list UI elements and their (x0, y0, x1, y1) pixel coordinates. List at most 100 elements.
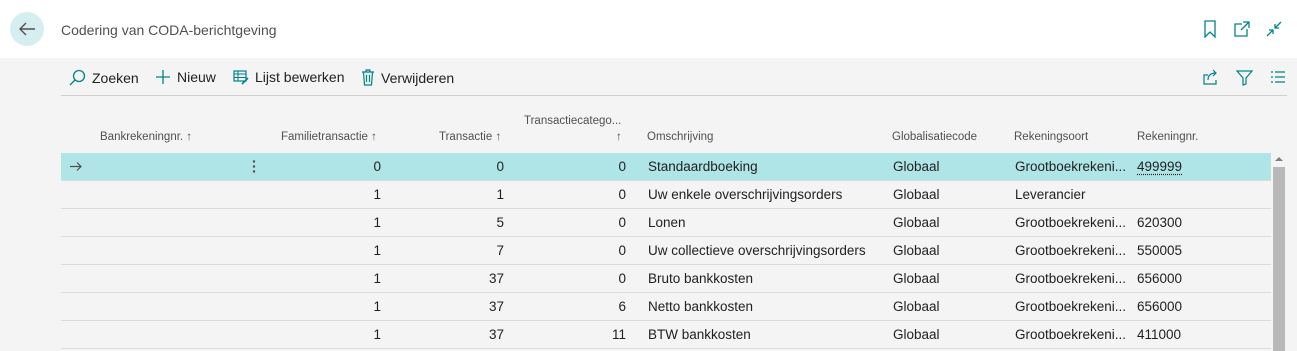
col-globalisation-code[interactable]: Globalisatiecode (892, 131, 977, 143)
cell-globalisation[interactable]: Globaal (893, 293, 1003, 320)
cell-account-type[interactable]: Grootboekrekeni... (1015, 209, 1133, 236)
back-button[interactable] (10, 12, 44, 46)
scrollbar-thumb[interactable] (1273, 167, 1285, 351)
cell-bank-account[interactable] (101, 265, 241, 292)
cell-family[interactable]: 1 (281, 209, 381, 236)
cell-transaction[interactable]: 37 (406, 265, 504, 292)
cell-account-no[interactable]: 656000 (1137, 265, 1237, 292)
table-row[interactable]: 0 0 0 Standaardboeking Globaal Grootboek… (61, 153, 1271, 181)
cell-description[interactable]: Uw enkele overschrijvingsorders (648, 181, 883, 208)
cell-family[interactable]: 1 (281, 293, 381, 320)
col-bank-account[interactable]: Bankrekeningnr. ↑ (100, 131, 192, 143)
cell-transaction[interactable]: 5 (406, 209, 504, 236)
cell-account-no[interactable]: 550005 (1137, 237, 1237, 264)
cell-category[interactable]: 0 (526, 209, 626, 236)
cell-category[interactable]: 11 (526, 321, 626, 348)
col-transaction-family[interactable]: Familietransactie ↑ (281, 131, 377, 143)
collapse-icon[interactable] (1265, 20, 1283, 38)
cell-category[interactable]: 6 (526, 293, 626, 320)
cell-account-no[interactable]: 656000 (1137, 293, 1237, 320)
cell-category[interactable]: 0 (526, 153, 626, 180)
cell-transaction[interactable]: 1 (406, 181, 504, 208)
cell-globalisation[interactable]: Globaal (893, 321, 1003, 348)
new-button[interactable]: Nieuw (155, 69, 216, 85)
cell-transaction[interactable]: 37 (406, 321, 504, 348)
table-row[interactable]: 1 37 6 Netto bankkosten Globaal Grootboe… (61, 293, 1271, 321)
cell-account-type[interactable]: Leverancier (1015, 181, 1133, 208)
search-label: Zoeken (92, 69, 139, 86)
cell-bank-account[interactable] (101, 153, 241, 180)
action-bar: Zoeken Nieuw Lijst bewerken Verwijderen (61, 58, 1287, 96)
cell-category[interactable]: 0 (526, 181, 626, 208)
cell-account-type[interactable]: Grootboekrekeni... (1015, 237, 1133, 264)
row-arrow-icon (69, 153, 89, 180)
cell-description[interactable]: Standaardboeking (648, 153, 883, 180)
search-button[interactable]: Zoeken (69, 69, 139, 86)
cell-description[interactable]: Lonen (648, 209, 883, 236)
edit-list-label: Lijst bewerken (255, 69, 345, 85)
cell-account-type[interactable]: Grootboekrekeni... (1015, 265, 1133, 292)
edit-list-icon (233, 70, 249, 85)
cell-account-no[interactable] (1137, 181, 1237, 208)
col-account-type[interactable]: Rekeningsoort (1014, 131, 1088, 143)
cell-family[interactable]: 1 (281, 265, 381, 292)
cell-family[interactable]: 0 (281, 153, 381, 180)
filter-icon[interactable] (1235, 68, 1253, 86)
table-row[interactable]: 1 5 0 Lonen Globaal Grootboekrekeni... 6… (61, 209, 1271, 237)
cell-globalisation[interactable]: Globaal (893, 153, 1003, 180)
cell-family[interactable]: 1 (281, 237, 381, 264)
cell-account-no[interactable]: 620300 (1137, 209, 1237, 236)
col-transaction-category-sort[interactable]: ↑ (616, 131, 622, 143)
cell-account-no[interactable]: 411000 (1137, 321, 1237, 348)
cell-bank-account[interactable] (101, 209, 241, 236)
open-new-window-icon[interactable] (1233, 20, 1251, 38)
cell-description[interactable]: Netto bankkosten (648, 293, 883, 320)
cell-category[interactable]: 0 (526, 237, 626, 264)
col-description[interactable]: Omschrijving (647, 131, 713, 143)
cell-bank-account[interactable] (101, 181, 241, 208)
cell-globalisation[interactable]: Globaal (893, 209, 1003, 236)
row-menu-icon[interactable] (249, 153, 259, 180)
col-account-no[interactable]: Rekeningnr. (1137, 131, 1198, 143)
title-bar: Codering van CODA-berichtgeving (0, 0, 1297, 58)
arrow-left-icon (19, 22, 35, 36)
cell-transaction[interactable]: 37 (406, 293, 504, 320)
cell-description[interactable]: Bruto bankkosten (648, 265, 883, 292)
bookmark-icon[interactable] (1201, 20, 1219, 38)
plus-icon (156, 70, 170, 84)
cell-account-type[interactable]: Grootboekrekeni... (1015, 293, 1133, 320)
delete-label: Verwijderen (381, 69, 455, 86)
search-icon (69, 69, 86, 86)
cell-globalisation[interactable]: Globaal (893, 265, 1003, 292)
col-transaction-category[interactable]: Transactiecatego... (524, 115, 621, 127)
cell-bank-account[interactable] (101, 237, 241, 264)
new-label: Nieuw (177, 69, 216, 85)
delete-button[interactable]: Verwijderen (361, 69, 454, 86)
cell-globalisation[interactable]: Globaal (893, 237, 1003, 264)
cell-account-no[interactable]: 499999 (1137, 153, 1237, 180)
vertical-scrollbar[interactable] (1271, 153, 1287, 351)
trash-icon (362, 69, 374, 86)
cell-transaction[interactable]: 7 (406, 237, 504, 264)
cell-bank-account[interactable] (101, 293, 241, 320)
cell-bank-account[interactable] (101, 321, 241, 348)
table-row[interactable]: 1 37 11 BTW bankkosten Globaal Grootboek… (61, 321, 1271, 349)
scroll-up-icon[interactable] (1275, 155, 1283, 163)
edit-list-button[interactable]: Lijst bewerken (233, 69, 345, 85)
cell-account-type[interactable]: Grootboekrekeni... (1015, 153, 1133, 180)
cell-transaction[interactable]: 0 (406, 153, 504, 180)
cell-account-type[interactable]: Grootboekrekeni... (1015, 321, 1133, 348)
col-transaction[interactable]: Transactie ↑ (439, 131, 501, 143)
share-icon[interactable] (1201, 68, 1219, 86)
cell-family[interactable]: 1 (281, 181, 381, 208)
page-title: Codering van CODA-berichtgeving (61, 22, 277, 38)
list-view-icon[interactable] (1269, 68, 1287, 86)
cell-description[interactable]: Uw collectieve overschrijvingsorders (648, 237, 888, 264)
cell-description[interactable]: BTW bankkosten (648, 321, 883, 348)
table-row[interactable]: 1 37 0 Bruto bankkosten Globaal Grootboe… (61, 265, 1271, 293)
cell-globalisation[interactable]: Globaal (893, 181, 1003, 208)
table-row[interactable]: 1 7 0 Uw collectieve overschrijvingsorde… (61, 237, 1271, 265)
table-row[interactable]: 1 1 0 Uw enkele overschrijvingsorders Gl… (61, 181, 1271, 209)
cell-family[interactable]: 1 (281, 321, 381, 348)
cell-category[interactable]: 0 (526, 265, 626, 292)
